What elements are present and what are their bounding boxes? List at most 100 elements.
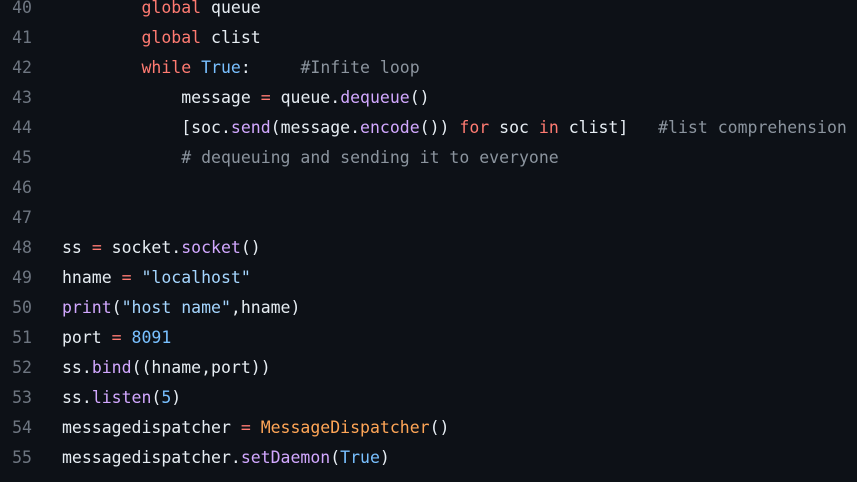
line-number: 41 xyxy=(12,28,32,47)
code-token: ()) xyxy=(419,118,460,137)
code-token: MessageDispatcher xyxy=(260,418,430,437)
code-token: ( xyxy=(111,298,122,317)
code-line[interactable]: 43 message = queue.dequeue() xyxy=(0,83,857,113)
line-number: 52 xyxy=(12,358,32,377)
code-token: 8091 xyxy=(131,328,172,347)
code-line[interactable]: 54 messagedispatcher = MessageDispatcher(… xyxy=(0,413,857,443)
line-code: global queue xyxy=(32,0,260,23)
code-token: ) xyxy=(171,388,182,407)
code-line[interactable]: 51 port = 8091 xyxy=(0,323,857,353)
line-code: while True: #Infite loop xyxy=(32,53,420,83)
code-token: send xyxy=(230,118,271,137)
code-token: socket xyxy=(181,238,241,257)
code-token: ss. xyxy=(62,358,92,377)
code-token: = xyxy=(240,418,251,437)
line-code: ss.bind((hname,port)) xyxy=(32,353,271,383)
line-code: messagedispatcher = MessageDispatcher() xyxy=(32,413,449,443)
code-token: () xyxy=(409,88,430,107)
code-token: global xyxy=(141,28,202,47)
code-token: print xyxy=(62,298,112,317)
code-token: messagedispatcher. xyxy=(62,448,241,467)
code-token: = xyxy=(260,88,271,107)
code-token: ss xyxy=(62,238,92,257)
code-token: queue. xyxy=(270,88,341,107)
code-token: port xyxy=(62,328,112,347)
line-number: 53 xyxy=(12,388,32,407)
code-token: bind xyxy=(91,358,132,377)
code-token: ) xyxy=(379,448,390,467)
code-line[interactable]: 49 hname = "localhost" xyxy=(0,263,857,293)
line-number: 43 xyxy=(12,88,32,107)
code-token: : xyxy=(240,58,301,77)
line-number: 47 xyxy=(12,208,32,227)
code-line[interactable]: 42 while True: #Infite loop xyxy=(0,53,857,83)
code-line[interactable]: 52 ss.bind((hname,port)) xyxy=(0,353,857,383)
code-token: ,hname) xyxy=(230,298,301,317)
line-number: 55 xyxy=(12,448,32,467)
code-token: clist xyxy=(201,28,261,47)
code-token: dequeue xyxy=(340,88,410,107)
code-token: ( xyxy=(151,388,162,407)
code-token: encode xyxy=(360,118,420,137)
line-code: message = queue.dequeue() xyxy=(32,83,430,113)
line-number: 40 xyxy=(12,0,32,17)
line-number: 44 xyxy=(12,118,32,137)
code-line[interactable]: 48 ss = socket.socket() xyxy=(0,233,857,263)
code-token: ( xyxy=(330,448,341,467)
code-token: 5 xyxy=(161,388,172,407)
code-token: messagedispatcher xyxy=(62,418,241,437)
code-line[interactable]: 47 xyxy=(0,203,857,233)
line-number: 48 xyxy=(12,238,32,257)
code-token: (message. xyxy=(270,118,361,137)
line-number: 46 xyxy=(12,178,32,197)
code-token: "host name" xyxy=(121,298,231,317)
code-token: ((hname,port)) xyxy=(131,358,271,377)
line-code: port = 8091 xyxy=(32,323,171,353)
code-line[interactable]: 41 global clist xyxy=(0,23,857,53)
code-line[interactable]: 44 [soc.send(message.encode()) for soc i… xyxy=(0,113,857,143)
code-token: global xyxy=(141,0,202,17)
line-code: print("host name",hname) xyxy=(32,293,300,323)
code-token: while xyxy=(141,58,192,77)
code-token: soc xyxy=(489,118,539,137)
code-token: socket. xyxy=(101,238,182,257)
line-code: ss.listen(5) xyxy=(32,383,181,413)
code-token: hname xyxy=(62,268,122,287)
code-token: message xyxy=(181,88,261,107)
code-token: True xyxy=(201,58,241,77)
code-line[interactable]: 53 ss.listen(5) xyxy=(0,383,857,413)
line-number: 54 xyxy=(12,418,32,437)
line-code: hname = "localhost" xyxy=(32,263,251,293)
line-code: [soc.send(message.encode()) for soc in c… xyxy=(32,113,847,143)
line-number: 42 xyxy=(12,58,32,77)
code-token: for xyxy=(459,118,490,137)
code-line[interactable]: 50 print("host name",hname) xyxy=(0,293,857,323)
code-token: #list comprehension xyxy=(658,118,847,137)
code-token: #Infite loop xyxy=(300,58,420,77)
code-line[interactable]: 45 # dequeuing and sending it to everyon… xyxy=(0,143,857,173)
code-token: listen xyxy=(91,388,152,407)
line-number: 50 xyxy=(12,298,32,317)
code-line[interactable]: 46 xyxy=(0,173,857,203)
code-token: = xyxy=(91,238,102,257)
line-number: 51 xyxy=(12,328,32,347)
code-editor[interactable]: 40 global queue 41 global clist 42 while T… xyxy=(0,0,857,473)
code-token: () xyxy=(240,238,261,257)
code-line[interactable]: 40 global queue xyxy=(0,0,857,23)
code-line[interactable]: 55 messagedispatcher.setDaemon(True) xyxy=(0,443,857,473)
code-token: = xyxy=(121,268,132,287)
code-token: in xyxy=(538,118,559,137)
code-token: ss. xyxy=(62,388,92,407)
line-number: 45 xyxy=(12,148,32,167)
code-token: # dequeuing and sending it to everyone xyxy=(181,148,559,167)
